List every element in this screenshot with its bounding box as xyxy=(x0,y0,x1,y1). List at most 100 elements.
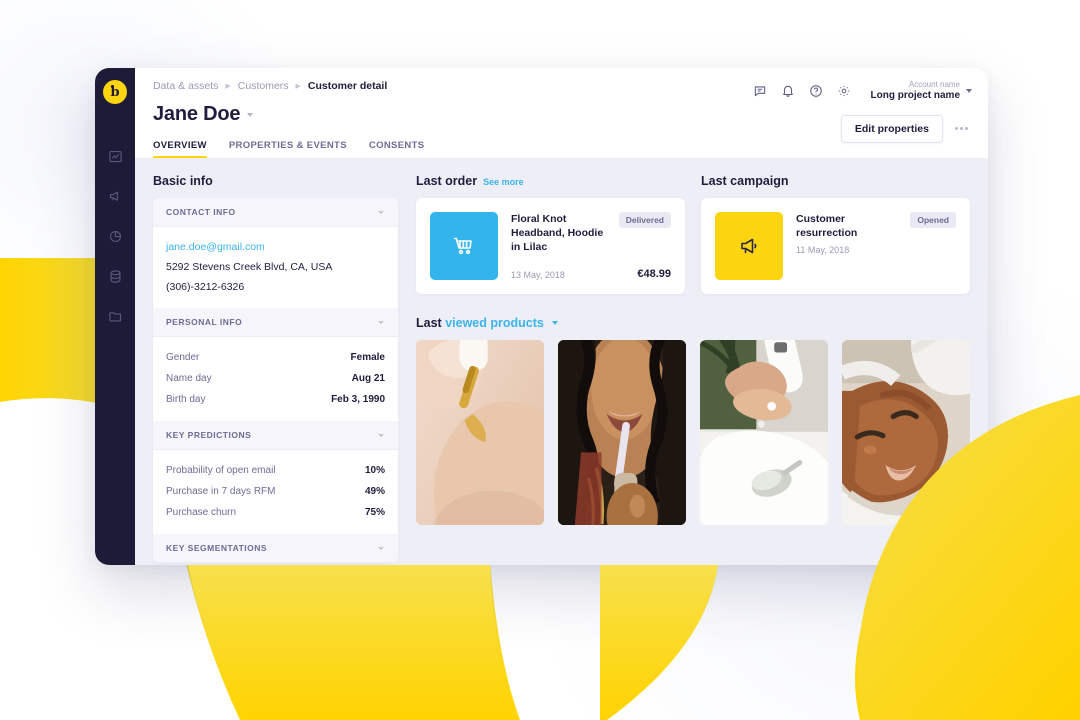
contact-phone: (306)-3212-6326 xyxy=(166,281,245,293)
table-row: Probability of open email 10% xyxy=(166,460,385,481)
last-order-title-text: Last order xyxy=(416,174,478,188)
tab-consents[interactable]: CONSENTS xyxy=(369,140,425,158)
order-bottom-row: 13 May, 2018 €48.99 xyxy=(511,258,671,280)
group-body-personal-info: Gender Female Name day Aug 21 Birth day … xyxy=(153,337,398,421)
breadcrumb-separator: ▶ xyxy=(225,83,231,90)
overview-column: Last order See more Floral Knot Headband… xyxy=(416,174,970,565)
product-image-lip-gloss xyxy=(558,340,686,525)
chevron-down-icon xyxy=(378,320,384,324)
tab-overview[interactable]: OVERVIEW xyxy=(153,140,207,158)
group-header-contact-info[interactable]: CONTACT INFO xyxy=(153,198,398,227)
breadcrumb-item-customer-detail: Customer detail xyxy=(307,80,388,92)
group-title: PERSONAL INFO xyxy=(166,317,243,327)
row-key: Purchase in 7 days RFM xyxy=(166,486,276,497)
see-more-link[interactable]: See more xyxy=(483,177,524,187)
status-badge: Delivered xyxy=(618,212,671,228)
project-name: Long project name xyxy=(870,90,960,101)
product-image-serum-dropper xyxy=(416,340,544,525)
row-value: Aug 21 xyxy=(351,373,385,384)
breadcrumb-item-data-assets[interactable]: Data & assets xyxy=(153,80,218,92)
last-viewed-link[interactable]: viewed products xyxy=(445,316,544,330)
bell-icon[interactable] xyxy=(781,84,795,98)
row-value: Female xyxy=(350,352,385,363)
row-key: Name day xyxy=(166,373,212,384)
files-icon xyxy=(108,311,121,321)
group-header-personal-info[interactable]: PERSONAL INFO xyxy=(153,308,398,337)
contact-email[interactable]: jane.doe@gmail.com xyxy=(166,237,385,257)
main-area: Data & assets ▶ Customers ▶ Customer det… xyxy=(135,68,988,565)
basic-info-title: Basic info xyxy=(153,174,213,188)
chevron-down-icon xyxy=(378,433,384,437)
last-order-section: Last order See more Floral Knot Headband… xyxy=(416,174,685,294)
chat-icon[interactable] xyxy=(753,84,767,98)
list-item[interactable] xyxy=(558,340,686,525)
group-title: KEY SEGMENTATIONS xyxy=(166,543,268,553)
row-value: Feb 3, 1990 xyxy=(331,394,385,405)
product-image-clay-mask xyxy=(842,340,970,525)
app-window: b Data & assets ▶ Customers ▶ Customer d… xyxy=(95,68,988,565)
group-title: KEY PREDICTIONS xyxy=(166,430,252,440)
row-value: 75% xyxy=(364,507,385,518)
account-switcher[interactable]: Account name Long project name xyxy=(871,80,972,103)
list-item[interactable] xyxy=(416,340,544,525)
order-price: €48.99 xyxy=(637,268,671,280)
gear-icon[interactable] xyxy=(837,84,851,98)
campaign-top-row: Customer resurrection Opened xyxy=(796,212,956,240)
contact-address: 5292 Stevens Creek Blvd, CA, USA xyxy=(166,261,333,273)
row-key: Birth day xyxy=(166,394,206,405)
sidebar-item-reports[interactable] xyxy=(101,222,129,250)
row-key: Probability of open email xyxy=(166,465,276,476)
sidebar-item-files[interactable] xyxy=(101,302,129,330)
table-row: Name day Aug 21 xyxy=(166,368,385,389)
group-title: CONTACT INFO xyxy=(166,207,236,217)
help-icon[interactable] xyxy=(809,84,823,98)
page-title-chevron-down-icon[interactable] xyxy=(247,112,254,117)
last-order-card[interactable]: Floral Knot Headband, Hoodie in Lilac De… xyxy=(416,198,685,294)
last-campaign-card[interactable]: Customer resurrection Opened 11 May, 201… xyxy=(701,198,970,294)
header-right: Account name Long project name Edit prop… xyxy=(753,80,972,143)
group-body-contact-info: jane.doe@gmail.com 5292 Stevens Creek Bl… xyxy=(153,227,398,308)
last-viewed-prefix: Last xyxy=(416,316,442,330)
app-logo[interactable]: b xyxy=(103,80,127,104)
table-row: Birth day Feb 3, 1990 xyxy=(166,389,385,410)
row-value: 49% xyxy=(364,486,385,497)
edit-properties-button[interactable]: Edit properties xyxy=(840,114,943,143)
product-image-skincare-tool xyxy=(700,340,828,525)
sidebar-item-campaigns[interactable] xyxy=(101,182,129,210)
account-name: Account name xyxy=(908,80,960,89)
top-bar: Data & assets ▶ Customers ▶ Customer det… xyxy=(135,68,988,158)
sidebar-item-analytics[interactable] xyxy=(101,142,129,170)
more-options-icon[interactable] xyxy=(951,121,972,136)
data-icon xyxy=(110,269,120,283)
group-header-key-predictions[interactable]: KEY PREDICTIONS xyxy=(153,421,398,450)
last-viewed-chevron-down-icon[interactable] xyxy=(552,321,559,325)
chevron-down-icon xyxy=(378,546,384,550)
order-thumbnail xyxy=(430,212,498,280)
table-row: Gender Female xyxy=(166,347,385,368)
campaign-name: Customer resurrection xyxy=(796,213,858,240)
last-campaign-title: Last campaign xyxy=(701,174,789,188)
tab-properties-events[interactable]: PROPERTIES & EVENTS xyxy=(229,140,347,158)
analytics-icon xyxy=(108,150,122,162)
sidebar-item-data[interactable] xyxy=(101,262,129,290)
list-item[interactable] xyxy=(700,340,828,525)
summary-cards-row: Last order See more Floral Knot Headband… xyxy=(416,174,970,294)
megaphone-icon xyxy=(741,238,757,254)
header-actions: Edit properties xyxy=(840,114,972,143)
order-date: 13 May, 2018 xyxy=(511,270,565,280)
order-body: Floral Knot Headband, Hoodie in Lilac De… xyxy=(511,212,671,280)
row-key: Purchase churn xyxy=(166,507,237,518)
table-row: Purchase in 7 days RFM 49% xyxy=(166,481,385,502)
breadcrumb-item-customers[interactable]: Customers xyxy=(238,80,289,92)
row-value: 10% xyxy=(364,465,385,476)
account-chevron-down-icon xyxy=(966,89,972,94)
group-body-key-predictions: Probability of open email 10% Purchase i… xyxy=(153,450,398,534)
group-header-key-segmentations[interactable]: KEY SEGMENTATIONS xyxy=(153,534,398,563)
order-product-name: Floral Knot Headband, Hoodie in Lilac xyxy=(511,213,604,254)
last-order-title: Last order See more xyxy=(416,174,685,188)
tab-bar: OVERVIEW PROPERTIES & EVENTS CONSENTS xyxy=(153,140,970,158)
list-item[interactable] xyxy=(842,340,970,525)
content-area: Basic info CONTACT INFO jane.doe@gmail.c… xyxy=(135,158,988,565)
campaigns-icon xyxy=(109,191,118,201)
chevron-down-icon xyxy=(378,210,384,214)
